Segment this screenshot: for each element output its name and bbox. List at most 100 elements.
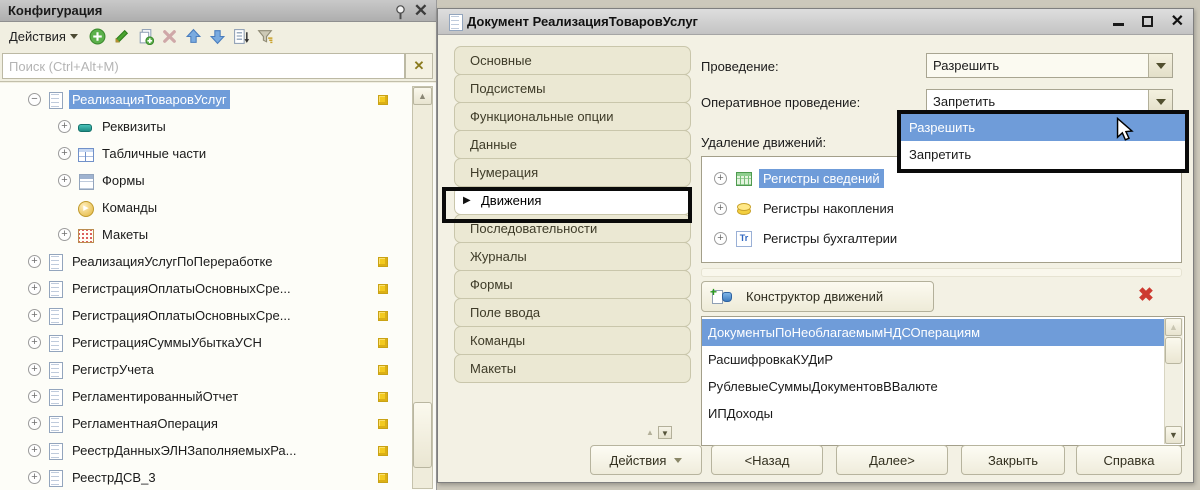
chevron-down-icon[interactable] — [1148, 90, 1172, 113]
scroll-down-icon[interactable] — [1165, 426, 1182, 444]
tree-item-label[interactable]: РеализацияУслугПоПереработке — [69, 252, 276, 271]
tree-item-label[interactable]: РегистрацияОплатыОсновныхСре... — [69, 306, 294, 325]
register-label[interactable]: Регистры сведений — [759, 168, 884, 188]
tree-item[interactable]: Формы — [0, 167, 436, 194]
tree-item-label[interactable]: Макеты — [99, 225, 151, 244]
register-tree-item[interactable]: Регистры бухгалтерии — [702, 223, 1181, 253]
collapse-icon[interactable] — [28, 93, 41, 106]
movement-list-item[interactable]: РублевыеСуммыДокументовВВалюте — [702, 373, 1164, 400]
scroll-up-icon[interactable] — [413, 87, 432, 105]
expand-icon[interactable] — [28, 390, 41, 403]
expand-icon[interactable] — [28, 363, 41, 376]
tree-item-label[interactable]: Реквизиты — [99, 117, 169, 136]
expand-icon[interactable] — [28, 336, 41, 349]
tab-pole-vvoda[interactable]: Поле ввода — [454, 298, 691, 327]
scrollbar-thumb[interactable] — [413, 402, 432, 468]
actions-button[interactable]: Действия — [590, 445, 702, 475]
tree-item[interactable]: РеестрДСВ_3 — [0, 464, 436, 490]
expand-icon[interactable] — [28, 255, 41, 268]
dropdown-option-deny[interactable]: Запретить — [901, 141, 1185, 168]
expand-icon[interactable] — [28, 282, 41, 295]
pin-icon[interactable] — [392, 4, 405, 19]
tab-makety[interactable]: Макеты — [454, 354, 691, 383]
tab-komandy[interactable]: Команды — [454, 326, 691, 355]
tree-item[interactable]: РеализацияТоваровУслуг — [0, 86, 436, 113]
tab-scroll-down-icon[interactable] — [658, 426, 672, 439]
expand-icon[interactable] — [28, 444, 41, 457]
movement-list-item[interactable]: РасшифровкаКУДиР — [702, 346, 1164, 373]
tab-dannye[interactable]: Данные — [454, 130, 691, 159]
move-down-icon[interactable] — [209, 28, 226, 45]
tree-item[interactable]: РеестрДанныхЭЛНЗаполняемыхРа... — [0, 437, 436, 464]
tree-item-label[interactable]: Команды — [99, 198, 160, 217]
tree-item-label[interactable]: РеестрДСВ_3 — [69, 468, 159, 487]
register-label[interactable]: Регистры бухгалтерии — [759, 229, 901, 248]
tree-item-label[interactable]: Табличные части — [99, 144, 209, 163]
tree-item[interactable]: РегистрУчета — [0, 356, 436, 383]
tree-item[interactable]: Макеты — [0, 221, 436, 248]
scroll-up-icon[interactable] — [1165, 318, 1182, 336]
register-label[interactable]: Регистры накопления — [759, 199, 898, 218]
tree-item-label[interactable]: РегламентнаяОперация — [69, 414, 221, 433]
tree-item[interactable]: РегистрацияОплатыОсновныхСре... — [0, 302, 436, 329]
realtime-posting-combobox[interactable]: Запретить — [926, 89, 1173, 114]
scrollbar-thumb[interactable] — [1165, 337, 1182, 364]
chevron-down-icon[interactable] — [1148, 54, 1172, 77]
tree-item[interactable]: РегистрацияОплатыОсновныхСре... — [0, 275, 436, 302]
tree-item[interactable]: РегламентнаяОперация — [0, 410, 436, 437]
tab-dvizheniya[interactable]: Движения — [454, 186, 691, 215]
expand-icon[interactable] — [58, 120, 71, 133]
dialog-titlebar[interactable]: Документ РеализацияТоваровУслуг — [438, 9, 1193, 35]
sort-list-icon[interactable] — [233, 28, 250, 45]
delete-movement-icon[interactable] — [1138, 284, 1154, 307]
movements-scrollbar[interactable] — [1164, 318, 1183, 444]
minimize-icon[interactable] — [1112, 23, 1124, 26]
tree-item[interactable]: РеализацияУслугПоПереработке — [0, 248, 436, 275]
add-icon[interactable] — [89, 28, 106, 45]
tab-podsistemy[interactable]: Подсистемы — [454, 74, 691, 103]
tree-item[interactable]: РегистрацияСуммыУбыткаУСН — [0, 329, 436, 356]
tree-item-label[interactable]: Формы — [99, 171, 148, 190]
search-clear-icon[interactable] — [405, 53, 433, 79]
actions-menu-button[interactable]: Действия — [5, 27, 82, 46]
expand-icon[interactable] — [714, 231, 727, 245]
tree-item-label[interactable]: РегистрУчета — [69, 360, 157, 379]
tab-zhurnaly[interactable]: Журналы — [454, 242, 691, 271]
search-input[interactable] — [2, 53, 405, 79]
tree-item[interactable]: Команды — [0, 194, 436, 221]
tab-funkcionalnye-opcii[interactable]: Функциональные опции — [454, 102, 691, 131]
tab-scroll-up-icon[interactable] — [643, 426, 657, 439]
expand-icon[interactable] — [58, 228, 71, 241]
tab-osnovnye[interactable]: Основные — [454, 46, 691, 75]
close-icon[interactable] — [1171, 15, 1184, 29]
movement-constructor-button[interactable]: Конструктор движений — [701, 281, 934, 312]
next-button[interactable]: Далее> — [836, 445, 948, 475]
copy-icon[interactable] — [137, 28, 154, 45]
tree-item-label[interactable]: РеализацияТоваровУслуг — [69, 90, 230, 109]
tree-item-label[interactable]: РегламентированныйОтчет — [69, 387, 241, 406]
tree-item[interactable]: Табличные части — [0, 140, 436, 167]
posting-combobox[interactable]: Разрешить — [926, 53, 1173, 78]
edit-icon[interactable] — [113, 28, 130, 45]
tree-item[interactable]: Реквизиты — [0, 113, 436, 140]
tree-item-label[interactable]: РегистрацияОплатыОсновныхСре... — [69, 279, 294, 298]
help-button[interactable]: Справка — [1076, 445, 1182, 475]
expand-icon[interactable] — [714, 201, 727, 215]
expand-icon[interactable] — [58, 147, 71, 160]
expand-icon[interactable] — [714, 171, 727, 185]
expand-icon[interactable] — [28, 309, 41, 322]
tab-formy[interactable]: Формы — [454, 270, 691, 299]
tree-item-label[interactable]: РеестрДанныхЭЛНЗаполняемыхРа... — [69, 441, 300, 460]
move-up-icon[interactable] — [185, 28, 202, 45]
expand-icon[interactable] — [28, 417, 41, 430]
tab-posledovatelnosti[interactable]: Последовательности — [454, 214, 691, 243]
register-tree-item[interactable]: Регистры накопления — [702, 193, 1181, 223]
tree-item-label[interactable]: РегистрацияСуммыУбыткаУСН — [69, 333, 265, 352]
tree-item[interactable]: РегламентированныйОтчет — [0, 383, 436, 410]
tab-numeraciya[interactable]: Нумерация — [454, 158, 691, 187]
filter-icon[interactable] — [257, 28, 274, 45]
movement-list-item[interactable]: ДокументыПоНеоблагаемымНДСОперациям — [702, 319, 1164, 346]
back-button[interactable]: <Назад — [711, 445, 823, 475]
maximize-icon[interactable] — [1141, 16, 1153, 27]
panel-close-icon[interactable] — [414, 2, 428, 19]
